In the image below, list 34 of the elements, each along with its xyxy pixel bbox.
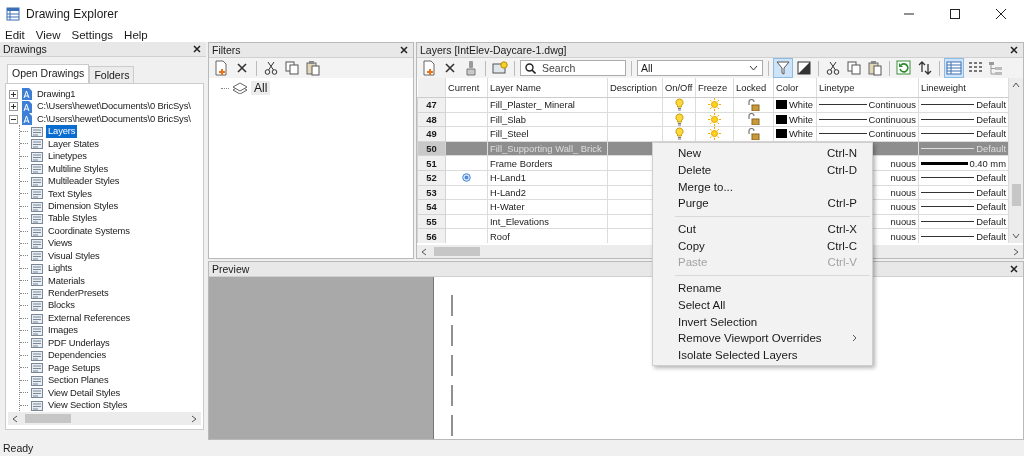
lineweight-label: Default xyxy=(976,186,1006,198)
status-text: Ready xyxy=(3,442,34,454)
lineweight-label: Default xyxy=(976,113,1006,125)
shortcut-text: Ctrl-P xyxy=(827,197,857,210)
shortcut-text: Ctrl-N xyxy=(826,147,857,160)
window-title: Drawing Explorer xyxy=(26,6,120,21)
linetype-label: Continuous xyxy=(868,99,916,111)
lineweight-label: Default xyxy=(976,128,1006,140)
linetype-label: nuous xyxy=(890,157,916,169)
lineweight-label: Default xyxy=(976,143,1006,155)
linetype-label: nuous xyxy=(890,216,916,228)
color-label: White xyxy=(789,113,813,125)
lineweight-label: Default xyxy=(976,230,1006,242)
shortcut-text: Ctrl-C xyxy=(826,239,857,252)
lineweight-label: Default xyxy=(976,99,1006,111)
shortcut-text: Ctrl-V xyxy=(827,256,857,269)
shortcut-text: Ctrl-X xyxy=(827,223,857,236)
linetype-label: Continuous xyxy=(868,128,916,140)
panel-title: Drawings xyxy=(3,43,47,55)
linetype-label: nuous xyxy=(890,172,916,184)
linetype-label: nuous xyxy=(890,230,916,242)
linetype-label: nuous xyxy=(890,201,916,213)
linetype-label: nuous xyxy=(890,186,916,198)
lineweight-label: Default xyxy=(976,201,1006,213)
panel-title: Preview xyxy=(212,263,250,275)
color-label: White xyxy=(789,99,813,111)
lineweight-label: Default xyxy=(976,172,1006,184)
panel-title: Layers [IntElev-Daycare-1.dwg] xyxy=(420,44,567,56)
lineweight-label: Default xyxy=(976,216,1006,228)
color-label: White xyxy=(789,128,813,140)
shortcut-text: Ctrl-D xyxy=(826,164,857,177)
linetype-label: Continuous xyxy=(868,113,916,125)
panel-title: Filters xyxy=(212,44,241,56)
lineweight-label: 0.40 mm xyxy=(969,157,1006,169)
